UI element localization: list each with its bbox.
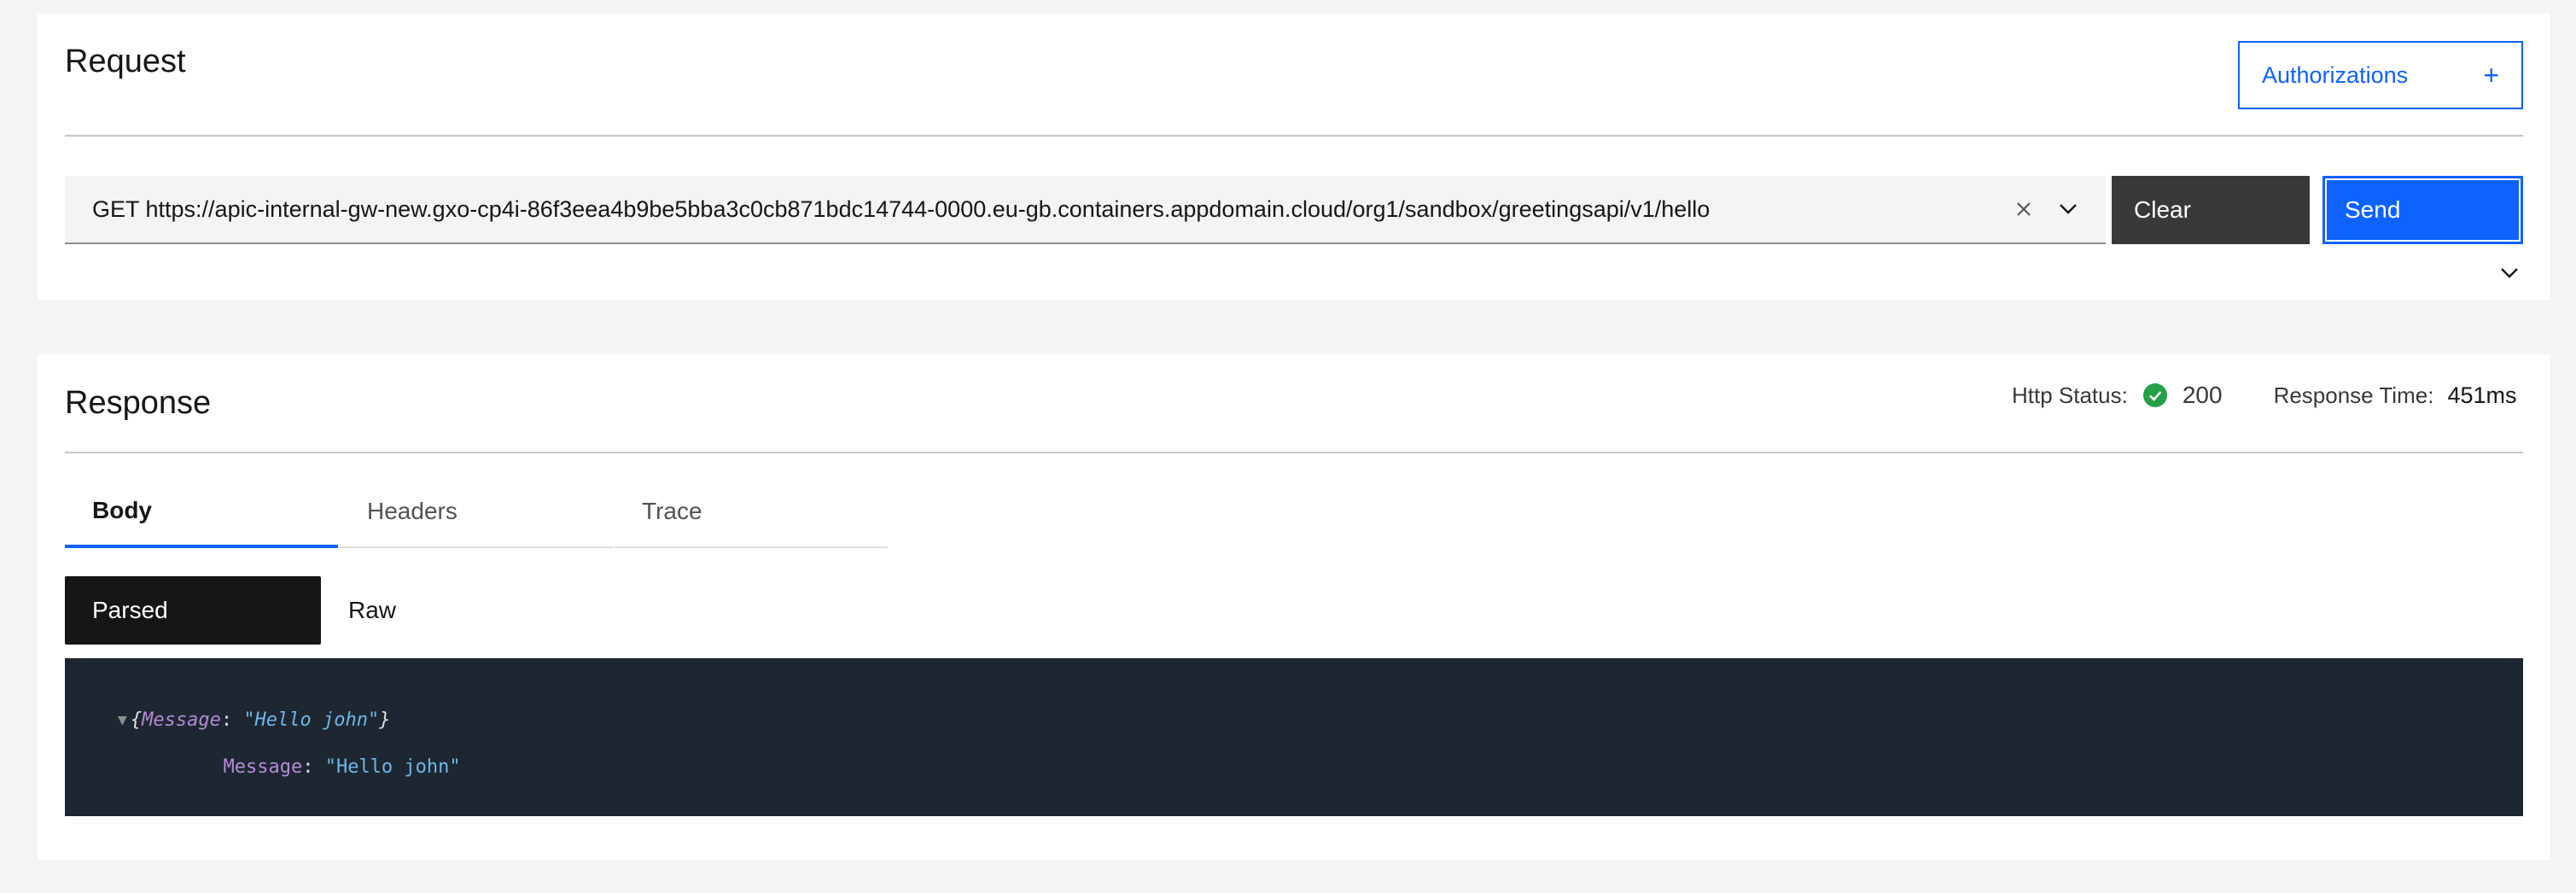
plus-icon: +: [2483, 59, 2499, 90]
tab-trace[interactable]: Trace: [615, 476, 888, 548]
json-key: Message: [223, 756, 303, 778]
json-open-brace: {: [130, 709, 143, 731]
view-mode-raw[interactable]: Raw: [321, 576, 577, 645]
view-mode-switcher: Parsed Raw: [65, 576, 577, 645]
request-divider: [65, 135, 2523, 137]
chevron-down-icon[interactable]: [2048, 189, 2089, 230]
clear-button[interactable]: Clear: [2112, 176, 2310, 244]
json-root-node[interactable]: ▼ { Message : "Hello john" }: [118, 709, 391, 731]
json-value: "Hello john": [324, 756, 461, 778]
json-preview-value: "Hello john": [243, 709, 380, 731]
http-status-value: 200: [2182, 382, 2223, 408]
view-mode-parsed[interactable]: Parsed: [65, 576, 321, 645]
request-url-combobox[interactable]: GET https://apic-internal-gw-new.gxo-cp4…: [65, 176, 2106, 244]
json-preview-colon: :: [220, 709, 244, 731]
close-icon[interactable]: [2003, 189, 2044, 230]
send-button[interactable]: Send: [2322, 176, 2523, 244]
response-divider: [65, 452, 2523, 453]
response-time-label: Response Time:: [2273, 382, 2434, 408]
response-time-value: 451ms: [2447, 382, 2517, 408]
request-url-value[interactable]: GET https://apic-internal-gw-new.gxo-cp4…: [92, 196, 2003, 223]
response-body-viewer: ▼ { Message : "Hello john" } Message: "H…: [65, 658, 2523, 816]
tab-body[interactable]: Body: [65, 476, 338, 548]
authorizations-button[interactable]: Authorizations +: [2238, 41, 2523, 109]
json-preview-key: Message: [142, 709, 221, 731]
caret-down-icon[interactable]: ▼: [118, 711, 127, 729]
expand-options-chevron-icon[interactable]: [2492, 256, 2526, 290]
checkmark-success-icon: [2142, 383, 2167, 407]
response-status-bar: Http Status: 200 Response Time: 451ms: [2012, 382, 2516, 409]
response-tabs: Body Headers Trace: [65, 476, 889, 548]
http-status-label: Http Status:: [2012, 382, 2128, 408]
json-colon: :: [302, 756, 325, 778]
tab-headers[interactable]: Headers: [340, 476, 613, 548]
request-title: Request: [65, 44, 186, 79]
request-panel: Request Authorizations + GET https://api…: [38, 14, 2550, 301]
authorizations-label: Authorizations: [2262, 61, 2409, 88]
response-panel: Response Http Status: 200 Response Time:…: [38, 354, 2550, 861]
response-title: Response: [65, 385, 212, 421]
json-close-brace: }: [379, 709, 391, 731]
json-property-row: Message: "Hello john": [155, 735, 461, 799]
